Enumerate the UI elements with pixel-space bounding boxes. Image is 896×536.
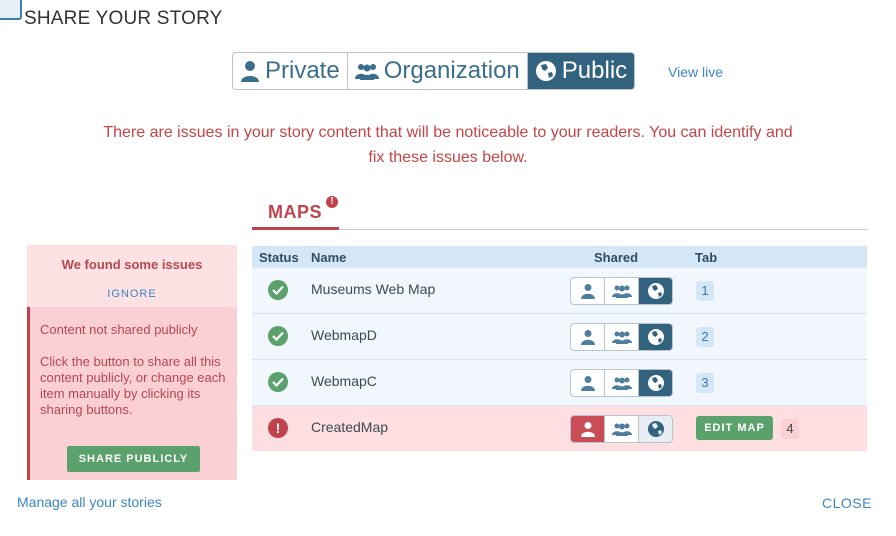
person-icon xyxy=(241,61,259,82)
globe-icon xyxy=(647,329,664,345)
globe-icon xyxy=(535,61,556,81)
tab-number[interactable]: 1 xyxy=(696,281,714,301)
table-row: Museums Web Map 1 xyxy=(252,268,867,314)
tab-number[interactable]: 4 xyxy=(781,419,799,439)
maps-table: Status Name Shared Tab Museums Web Map 1… xyxy=(252,246,867,451)
group-icon xyxy=(354,64,379,80)
share-organization-button[interactable] xyxy=(605,324,639,350)
share-public-button[interactable] xyxy=(639,370,672,396)
tab-number[interactable]: 3 xyxy=(696,373,714,393)
issues-heading: We found some issues xyxy=(61,257,203,272)
table-row: ! CreatedMap EDIT MAP 4 xyxy=(252,406,867,451)
sharing-toggle xyxy=(570,415,673,443)
map-name: CreatedMap xyxy=(311,419,389,435)
table-row: WebmapD 2 xyxy=(252,314,867,360)
close-button[interactable]: CLOSE xyxy=(822,495,872,511)
group-icon xyxy=(611,377,632,390)
share-public-button[interactable] xyxy=(639,416,672,442)
group-icon xyxy=(611,331,632,344)
share-private-button[interactable] xyxy=(571,370,605,396)
person-icon xyxy=(580,330,595,345)
sharing-toggle xyxy=(570,277,673,305)
group-icon xyxy=(611,285,632,298)
share-public-button[interactable] xyxy=(639,324,672,350)
share-publicly-button[interactable]: SHARE PUBLICLY xyxy=(67,446,200,472)
share-public-button[interactable] xyxy=(639,278,672,304)
person-icon xyxy=(580,422,595,437)
person-icon xyxy=(580,376,595,391)
alert-badge-icon: ! xyxy=(326,196,338,208)
tab-number[interactable]: 2 xyxy=(696,327,714,347)
column-status: Status xyxy=(259,250,299,265)
globe-icon xyxy=(647,375,664,391)
share-organization-button[interactable] xyxy=(605,370,639,396)
visibility-private-button[interactable]: Private xyxy=(233,53,348,89)
share-organization-button[interactable] xyxy=(605,416,639,442)
column-tab: Tab xyxy=(695,250,718,265)
share-private-button[interactable] xyxy=(571,416,605,442)
error-icon: ! xyxy=(268,418,288,438)
share-organization-button[interactable] xyxy=(605,278,639,304)
page-title: SHARE YOUR STORY xyxy=(24,8,223,29)
checkmark-icon xyxy=(268,280,288,300)
issues-panel-header: We found some issues IGNORE xyxy=(27,245,237,307)
issues-panel: We found some issues IGNORE Content not … xyxy=(27,245,237,480)
issue-detail: Content not shared publicly Click the bu… xyxy=(27,307,237,480)
content-tabs: MAPS ! xyxy=(252,196,867,230)
visibility-public-label: Public xyxy=(561,57,628,84)
globe-icon xyxy=(647,421,664,437)
sharing-toggle xyxy=(570,369,673,397)
column-shared: Shared xyxy=(594,250,639,265)
map-name: Museums Web Map xyxy=(311,281,436,297)
person-icon xyxy=(580,284,595,299)
visibility-segmented-control: Private Organization Public xyxy=(232,52,636,90)
ignore-button[interactable]: IGNORE xyxy=(27,288,237,300)
checkmark-icon xyxy=(268,326,288,346)
group-icon xyxy=(611,423,632,436)
table-header: Status Name Shared Tab xyxy=(252,246,867,268)
map-name: WebmapD xyxy=(311,327,377,343)
issue-description: Click the button to share all this conte… xyxy=(40,354,226,417)
visibility-organization-button[interactable]: Organization xyxy=(347,53,528,89)
visibility-organization-label: Organization xyxy=(383,57,520,84)
issue-title: Content not shared publicly xyxy=(40,322,198,337)
edit-map-button[interactable]: EDIT MAP xyxy=(696,416,773,440)
share-private-button[interactable] xyxy=(571,324,605,350)
visibility-private-label: Private xyxy=(265,57,340,84)
globe-icon xyxy=(647,283,664,299)
checkmark-icon xyxy=(268,372,288,392)
tab-maps[interactable]: MAPS ! xyxy=(252,196,339,230)
visibility-public-button[interactable]: Public xyxy=(527,53,635,89)
share-private-button[interactable] xyxy=(571,278,605,304)
app-logo-icon xyxy=(0,0,22,20)
column-name: Name xyxy=(311,250,347,265)
view-live-link[interactable]: View live xyxy=(668,64,723,80)
map-name: WebmapC xyxy=(311,373,377,389)
manage-stories-link[interactable]: Manage all your stories xyxy=(17,494,162,510)
table-row: WebmapC 3 xyxy=(252,360,867,406)
tab-maps-label: MAPS xyxy=(268,202,323,222)
sharing-toggle xyxy=(570,323,673,351)
issues-warning-message: There are issues in your story content t… xyxy=(103,124,793,166)
